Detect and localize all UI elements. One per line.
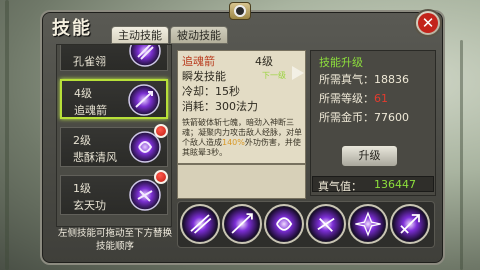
detail-cost: 消耗：300法力 (182, 100, 258, 113)
new-skill-dot-icon (154, 124, 168, 138)
skill-orb-icon (129, 179, 161, 211)
tab-active-skills[interactable]: 主动技能 (111, 26, 169, 44)
skill-list-item-selected[interactable]: 4级 追魂箭 (60, 79, 168, 119)
detail-description: 铁箭破体斩七魄，暗劲入神断三魂；凝聚内力攻击敌人经脉，对单个敌人造成140%外功… (182, 118, 302, 157)
skill-detail-panel: 追魂箭 4级 瞬发技能 冷却：15秒 消耗：300法力 铁箭破体斩七魄，暗劲入神… (177, 50, 306, 164)
need-level-row: 所需等级：61 (319, 92, 388, 105)
skill-name: 孔雀翎 (73, 55, 106, 68)
tab-passive-skills[interactable]: 被动技能 (170, 26, 228, 44)
new-skill-dot-icon (154, 170, 168, 184)
need-gold-value: 77600 (374, 111, 409, 124)
detail-cooldown: 冷却：15秒 (182, 85, 240, 98)
bamboo-decor (460, 40, 463, 270)
skill-slot-icon[interactable] (222, 204, 262, 244)
skill-name: 悲酥清风 (73, 151, 117, 164)
skill-slot-icon[interactable] (348, 204, 388, 244)
upgrade-title: 技能升级 (319, 56, 363, 69)
detail-skill-level: 4级 (255, 55, 273, 68)
skill-orb-icon (129, 45, 161, 67)
detail-skill-name: 追魂箭 (182, 55, 215, 68)
need-qi-value: 18836 (374, 73, 409, 86)
arrow-right-icon[interactable] (292, 66, 304, 80)
close-icon: ✕ (418, 13, 438, 33)
bamboo-decor (5, 0, 9, 270)
skill-name: 追魂箭 (74, 104, 107, 117)
damage-percent: 140% (222, 138, 245, 147)
skill-level: 4级 (74, 87, 92, 100)
skill-slot-icon[interactable] (180, 204, 220, 244)
skill-list-item[interactable]: 孔雀翎 (60, 45, 168, 71)
qi-balance: 真气值： 136447 (312, 176, 434, 193)
upgrade-panel: 技能升级 所需真气：18836 所需等级：61 所需金币：77600 (310, 50, 436, 196)
list-hint: 左侧技能可拖动至下方替换技能顺序 (57, 228, 172, 252)
need-level-value: 61 (374, 92, 388, 105)
qi-value: 136447 (374, 178, 416, 191)
skill-slot-icon[interactable] (264, 204, 304, 244)
next-level-label: 下一级 (262, 71, 286, 80)
skill-orb-icon (128, 84, 160, 116)
skill-name: 玄天功 (73, 199, 106, 212)
skill-list-item[interactable]: 1级 玄天功 (60, 175, 168, 215)
skill-list[interactable]: 孔雀翎 4级 追魂箭 2级 悲酥清风 1级 玄天功 (56, 44, 172, 227)
skill-level: 2级 (73, 134, 91, 147)
detail-skill-type: 瞬发技能 (182, 70, 226, 83)
need-qi-row: 所需真气：18836 (319, 73, 409, 86)
camera-icon[interactable] (229, 2, 251, 20)
window-title: 技能 (52, 18, 92, 39)
skill-detail-footer (177, 164, 306, 199)
skill-level: 1级 (73, 182, 91, 195)
skill-list-item[interactable]: 2级 悲酥清风 (60, 127, 168, 167)
need-gold-row: 所需金币：77600 (319, 111, 409, 124)
skill-slot-icon[interactable] (306, 204, 346, 244)
upgrade-button[interactable]: 升级 (341, 145, 398, 167)
close-button[interactable]: ✕ (414, 9, 442, 37)
skill-slot-icon[interactable] (390, 204, 430, 244)
